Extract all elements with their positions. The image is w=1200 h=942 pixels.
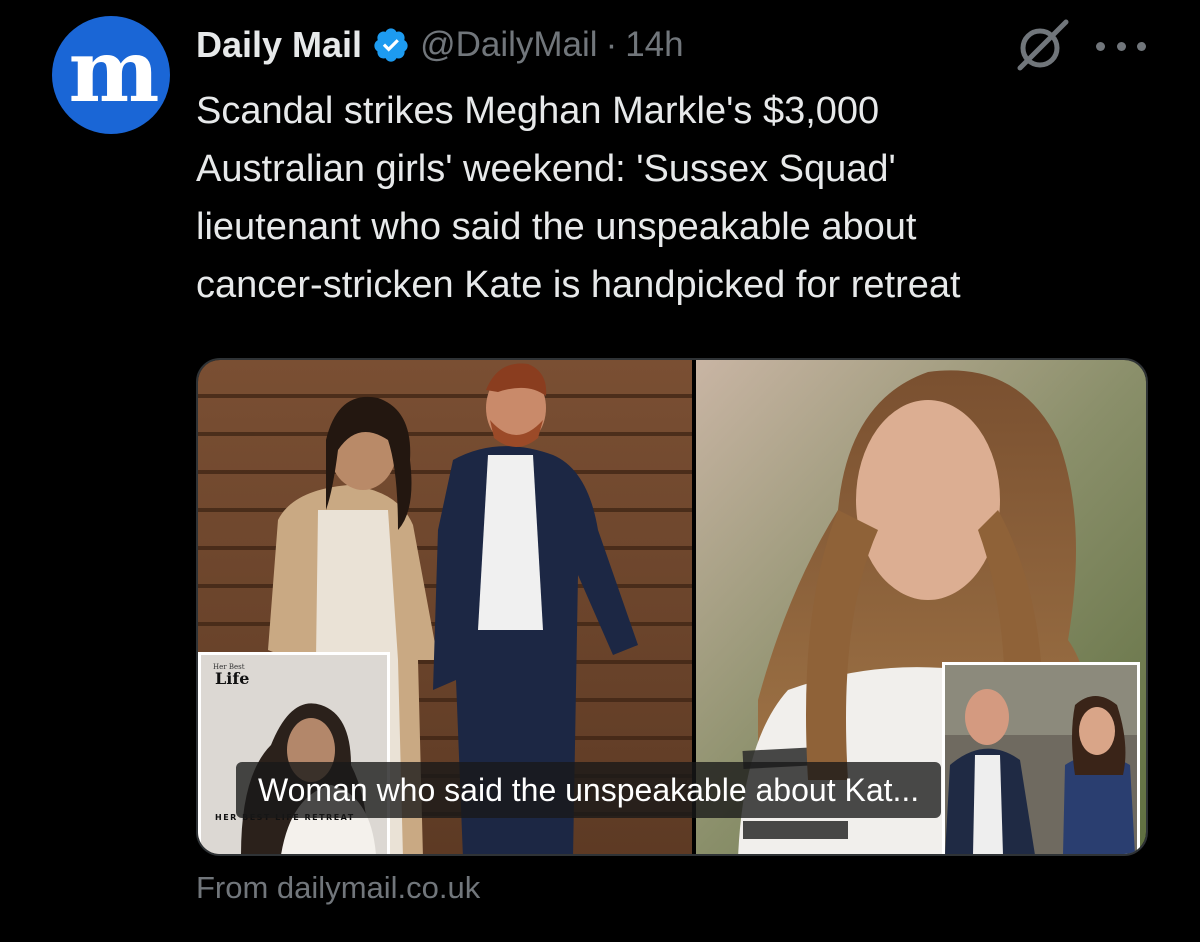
grok-icon[interactable] bbox=[1010, 16, 1074, 74]
avatar[interactable]: m bbox=[52, 16, 170, 134]
tweet-text: Scandal strikes Meghan Markle's $3,000 A… bbox=[196, 90, 961, 306]
separator: · bbox=[605, 25, 618, 64]
display-name[interactable]: Daily Mail bbox=[196, 24, 362, 66]
daily-mail-logo-icon: m bbox=[68, 21, 160, 122]
handle[interactable]: @DailyMail bbox=[420, 25, 598, 65]
magazine-cover-inset: Her Best Life HER BEST LIFE RETREAT bbox=[198, 652, 390, 854]
verified-badge-icon bbox=[374, 28, 408, 62]
source-link[interactable]: From dailymail.co.uk bbox=[196, 870, 480, 906]
magazine-logo: Life bbox=[215, 669, 250, 688]
media-card[interactable]: Her Best Life HER BEST LIFE RETREAT Woma… bbox=[196, 358, 1148, 856]
tweet: m Daily Mail @DailyMail · 14h Scandal st… bbox=[0, 0, 1200, 942]
media-caption: Woman who said the unspeakable about Kat… bbox=[236, 762, 942, 818]
tweet-header: Daily Mail @DailyMail · 14h bbox=[196, 20, 684, 70]
more-options-icon[interactable] bbox=[1096, 28, 1146, 64]
couple-photo-inset bbox=[942, 662, 1140, 854]
timestamp[interactable]: 14h bbox=[625, 25, 683, 65]
